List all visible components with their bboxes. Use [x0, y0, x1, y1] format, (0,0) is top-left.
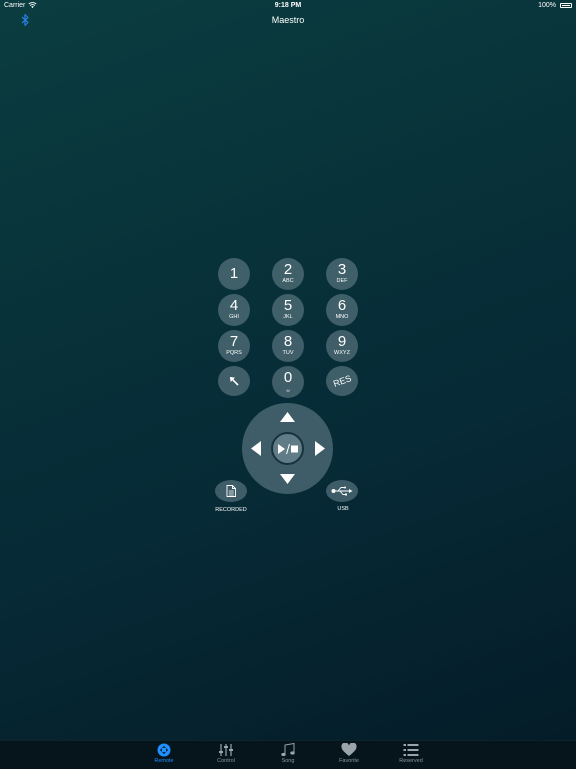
- list-icon: [403, 744, 419, 756]
- direction-pad: [242, 403, 333, 494]
- left-arrow-button[interactable]: [251, 441, 262, 456]
- tab-song[interactable]: Song: [268, 743, 308, 769]
- tab-favorite[interactable]: Favorite: [329, 743, 369, 769]
- recorded-button[interactable]: [215, 480, 247, 502]
- usb-icon: [331, 486, 353, 496]
- key-2[interactable]: 2 ABC: [272, 258, 304, 290]
- play-stop-icon: [277, 443, 298, 454]
- tab-bar: Remote Control Song Favorite Reserved: [0, 740, 576, 769]
- key-5[interactable]: 5 JKL: [272, 294, 304, 326]
- right-arrow-button[interactable]: [314, 441, 325, 456]
- document-icon: [226, 485, 236, 497]
- key-6[interactable]: 6 MNO: [326, 294, 358, 326]
- res-button[interactable]: RES: [326, 366, 358, 396]
- status-bar: Carrier 9:18 PM 100%: [0, 0, 576, 12]
- tab-remote[interactable]: Remote: [144, 743, 184, 769]
- arrow-up-left-icon: [229, 376, 239, 386]
- key-7[interactable]: 7 PQRS: [218, 330, 250, 362]
- status-time: 9:18 PM: [274, 2, 302, 9]
- battery-percent: 100%: [538, 2, 556, 9]
- play-stop-button[interactable]: [271, 432, 304, 465]
- key-8[interactable]: 8 TUV: [272, 330, 304, 362]
- key-3[interactable]: 3 DEF: [326, 258, 358, 290]
- key-4[interactable]: 4 GHI: [218, 294, 250, 326]
- tab-control[interactable]: Control: [206, 743, 246, 769]
- page-title: Maestro: [271, 15, 305, 25]
- recorded-label: RECORDED: [215, 507, 247, 513]
- usb-button[interactable]: [326, 480, 358, 502]
- remote-icon: [157, 743, 171, 757]
- key-9[interactable]: 9 WXYZ: [326, 330, 358, 362]
- back-button[interactable]: [218, 366, 250, 396]
- key-1[interactable]: 1: [218, 258, 250, 290]
- heart-icon: [341, 743, 357, 756]
- key-0[interactable]: 0 ␣: [272, 366, 304, 398]
- sliders-icon: [219, 744, 233, 756]
- music-note-icon: [281, 743, 295, 757]
- up-arrow-button[interactable]: [280, 412, 295, 423]
- battery-icon: [560, 3, 572, 8]
- down-arrow-button[interactable]: [280, 474, 295, 485]
- tab-reserved[interactable]: Reserved: [391, 743, 431, 769]
- usb-label: USB: [337, 506, 349, 512]
